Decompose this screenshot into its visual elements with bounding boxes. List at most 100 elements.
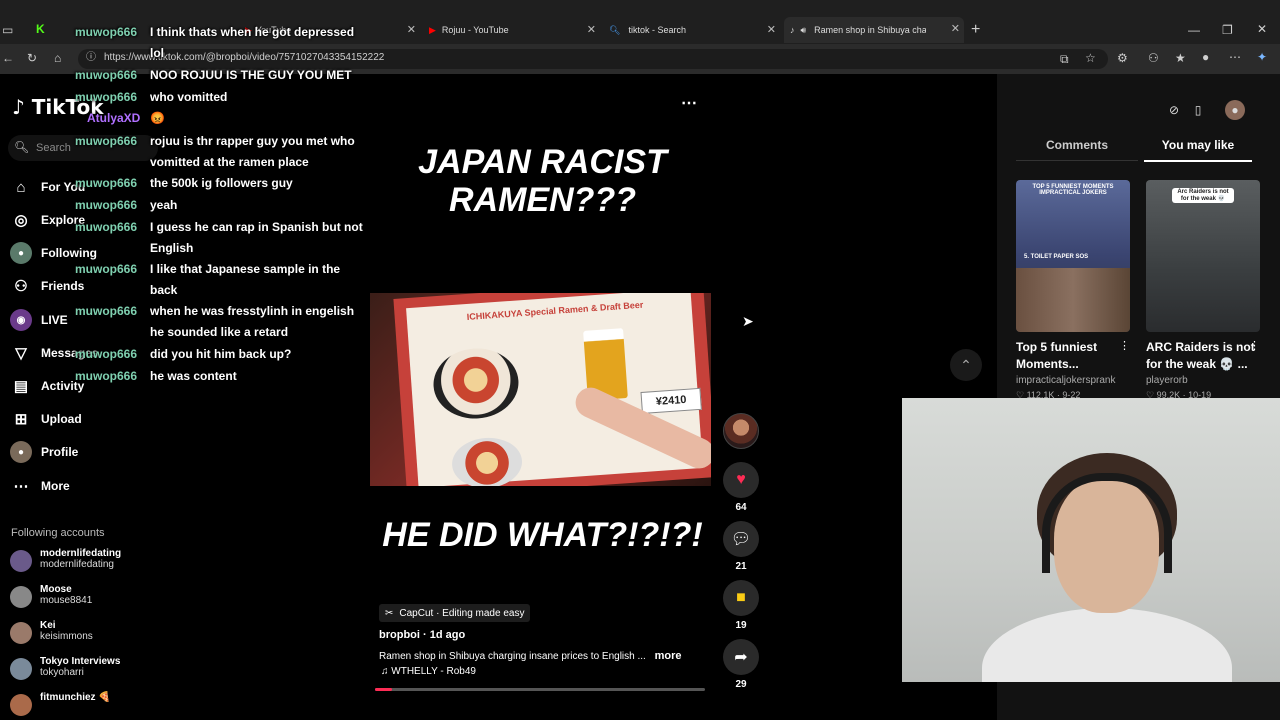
close-window-icon[interactable]: ✕ bbox=[1257, 23, 1267, 35]
recommendation-author[interactable]: impracticaljokersprank bbox=[1016, 375, 1115, 386]
headset-image bbox=[1042, 473, 1172, 573]
extensions-icon[interactable]: ⚙ bbox=[1117, 52, 1128, 64]
recommendation-title[interactable]: Top 5 funniest Moments... bbox=[1016, 339, 1131, 373]
tab-close-icon[interactable]: ✕ bbox=[407, 23, 416, 36]
webcam-shirt bbox=[982, 608, 1232, 682]
nav-label: Upload bbox=[41, 412, 82, 426]
chat-text: I think thats when he got depressed lol bbox=[150, 25, 355, 60]
nav-more[interactable]: ⋯ More bbox=[10, 475, 70, 497]
upload-icon: ⊞ bbox=[14, 411, 28, 428]
creator-avatar[interactable] bbox=[723, 413, 759, 449]
recommendation-thumbnail[interactable]: TOP 5 FUNNIEST MOMENTS IMPRACTICAL JOKER… bbox=[1016, 180, 1130, 332]
new-tab-icon[interactable]: + bbox=[971, 22, 980, 38]
tab-tiktok-search[interactable]: 🔍︎ tiktok - Search ✕ bbox=[605, 18, 780, 42]
share-action[interactable]: ➦ 29 bbox=[723, 639, 759, 690]
chat-username: muwop666 bbox=[75, 198, 138, 212]
comment-icon[interactable]: 💬︎ bbox=[723, 521, 759, 557]
account-username: tokyoharri bbox=[40, 667, 84, 678]
send-icon: ▽ bbox=[15, 345, 27, 362]
activity-icon: ▤ bbox=[13, 378, 29, 395]
tab-rojuu-youtube[interactable]: ▶ Rojuu - YouTube ✕ bbox=[425, 18, 600, 42]
user-avatar[interactable]: ● bbox=[1225, 100, 1245, 120]
nav-live[interactable]: ◉ LIVE bbox=[10, 309, 68, 331]
open-in-app-icon[interactable]: ⧉ bbox=[1060, 53, 1069, 65]
tab-comments[interactable]: Comments bbox=[1016, 138, 1138, 161]
tab-close-icon[interactable]: ✕ bbox=[587, 23, 596, 36]
video-description: Ramen shop in Shibuya charging insane pr… bbox=[379, 650, 709, 662]
account-avatar bbox=[10, 550, 32, 572]
recommendation-title[interactable]: ARC Raiders is not for the weak 💀 ... bbox=[1146, 339, 1261, 373]
account-text: fitmunchiez 🍕 bbox=[40, 692, 111, 703]
tab-close-icon[interactable]: ✕ bbox=[951, 22, 960, 35]
nav-explore[interactable]: ◎ Explore bbox=[10, 209, 85, 231]
menu-card-label: ICHIKAKUYA Special Ramen & Draft Beer bbox=[466, 299, 644, 322]
following-avatar-icon: ● bbox=[10, 242, 32, 264]
video-author[interactable]: bropboi · 1d ago bbox=[379, 629, 465, 641]
tab-you-may-like[interactable]: You may like bbox=[1144, 138, 1252, 162]
capcut-icon: ✂ bbox=[385, 607, 394, 619]
recommendation-author[interactable]: playerorb bbox=[1146, 375, 1188, 386]
bookmark-icon[interactable]: ■ bbox=[723, 580, 759, 616]
chat-username: muwop666 bbox=[75, 304, 138, 318]
profile-avatar-icon: ● bbox=[10, 441, 32, 463]
favorites-icon[interactable]: ★ bbox=[1175, 52, 1186, 64]
following-account-item[interactable]: Moose mouse8841 bbox=[10, 584, 92, 608]
tab-ramen-shop[interactable]: ♪ 🔊︎ Ramen shop in Shibuya cha ✕ bbox=[784, 17, 964, 43]
settings-more-icon[interactable]: ⋯ bbox=[1229, 51, 1241, 63]
mouse-cursor-icon: ➤ bbox=[742, 313, 754, 329]
search-placeholder: Search bbox=[36, 142, 71, 154]
heart-icon[interactable]: ♥ bbox=[723, 462, 759, 498]
favorite-star-icon[interactable]: ☆ bbox=[1085, 52, 1096, 64]
tiktok-favicon-icon: ♪ bbox=[790, 25, 795, 35]
profile-icon[interactable]: ● bbox=[1202, 51, 1209, 63]
following-account-item[interactable]: Kei keisimmons bbox=[10, 620, 93, 644]
account-name: fitmunchiez 🍕 bbox=[40, 692, 111, 703]
back-icon[interactable]: ← bbox=[2, 52, 14, 64]
comment-action[interactable]: 💬︎ 21 bbox=[723, 521, 759, 572]
share-count: 29 bbox=[735, 679, 747, 690]
kick-favicon-icon: K bbox=[36, 22, 45, 36]
chat-username: muwop666 bbox=[75, 220, 138, 234]
chat-username: muwop666 bbox=[75, 68, 138, 82]
video-progress-fill bbox=[375, 688, 392, 691]
following-account-item[interactable]: modernlifedating modernlifedating bbox=[10, 548, 121, 572]
sidebar-toggle-icon[interactable]: ▭ bbox=[2, 24, 13, 36]
nav-activity[interactable]: ▤ Activity bbox=[10, 375, 84, 397]
video-progress-bar[interactable] bbox=[375, 688, 705, 691]
speaker-icon[interactable]: 🔊︎ bbox=[801, 25, 807, 36]
home-icon[interactable]: ⌂ bbox=[54, 52, 61, 64]
nav-upload[interactable]: ⊞ Upload bbox=[10, 408, 82, 430]
nav-label: Friends bbox=[41, 279, 85, 293]
share-icon[interactable]: ➦ bbox=[723, 639, 759, 675]
following-account-item[interactable]: fitmunchiez 🍕 bbox=[10, 692, 111, 716]
home-icon: ⌂ bbox=[16, 178, 26, 196]
sound-link[interactable]: ♫ WTHELLY - Rob49 bbox=[381, 666, 476, 677]
reload-icon[interactable]: ↻ bbox=[27, 52, 37, 64]
video-player[interactable]: ICHIKAKUYA Special Ramen & Draft Beer ¥2… bbox=[370, 293, 711, 486]
video-bottom-caption: HE DID WHAT?!?!?! bbox=[382, 516, 703, 554]
like-action[interactable]: ♥ 64 bbox=[723, 462, 759, 513]
recommendation-thumbnail[interactable]: Arc Raiders is not for the weak 💀 bbox=[1146, 180, 1260, 332]
chat-text: rojuu is thr rapper guy you met who vomi… bbox=[150, 134, 355, 169]
site-info-icon[interactable]: ⓘ bbox=[86, 53, 96, 63]
nav-for-you[interactable]: ⌂ For You bbox=[10, 176, 85, 198]
minimize-icon[interactable]: — bbox=[1188, 24, 1200, 36]
more-link[interactable]: more bbox=[655, 650, 682, 662]
nav-friends[interactable]: ⚇ Friends bbox=[10, 275, 84, 297]
cast-icon[interactable]: ⊘ bbox=[1164, 100, 1184, 120]
save-action[interactable]: ■ 19 bbox=[723, 580, 759, 631]
scroll-up-button[interactable]: ⌃ bbox=[950, 349, 982, 381]
capcut-label: CapCut · Editing made easy bbox=[399, 607, 525, 619]
split-screen-icon[interactable]: ⚇ bbox=[1148, 52, 1159, 64]
tab-close-icon[interactable]: ✕ bbox=[767, 23, 776, 36]
nav-label: Following bbox=[41, 246, 97, 260]
nav-profile[interactable]: ● Profile bbox=[10, 441, 78, 463]
capcut-badge[interactable]: ✂ CapCut · Editing made easy bbox=[379, 604, 531, 622]
copilot-icon[interactable]: ✦ bbox=[1257, 51, 1267, 63]
more-options-icon[interactable]: ⋯ bbox=[681, 93, 697, 113]
following-account-item[interactable]: Tokyo Interviews tokyoharri bbox=[10, 656, 120, 680]
mobile-icon[interactable]: ▯ bbox=[1188, 100, 1208, 120]
account-avatar bbox=[10, 694, 32, 716]
restore-icon[interactable]: ❐ bbox=[1222, 24, 1233, 36]
chat-text: who vomitted bbox=[150, 90, 228, 104]
